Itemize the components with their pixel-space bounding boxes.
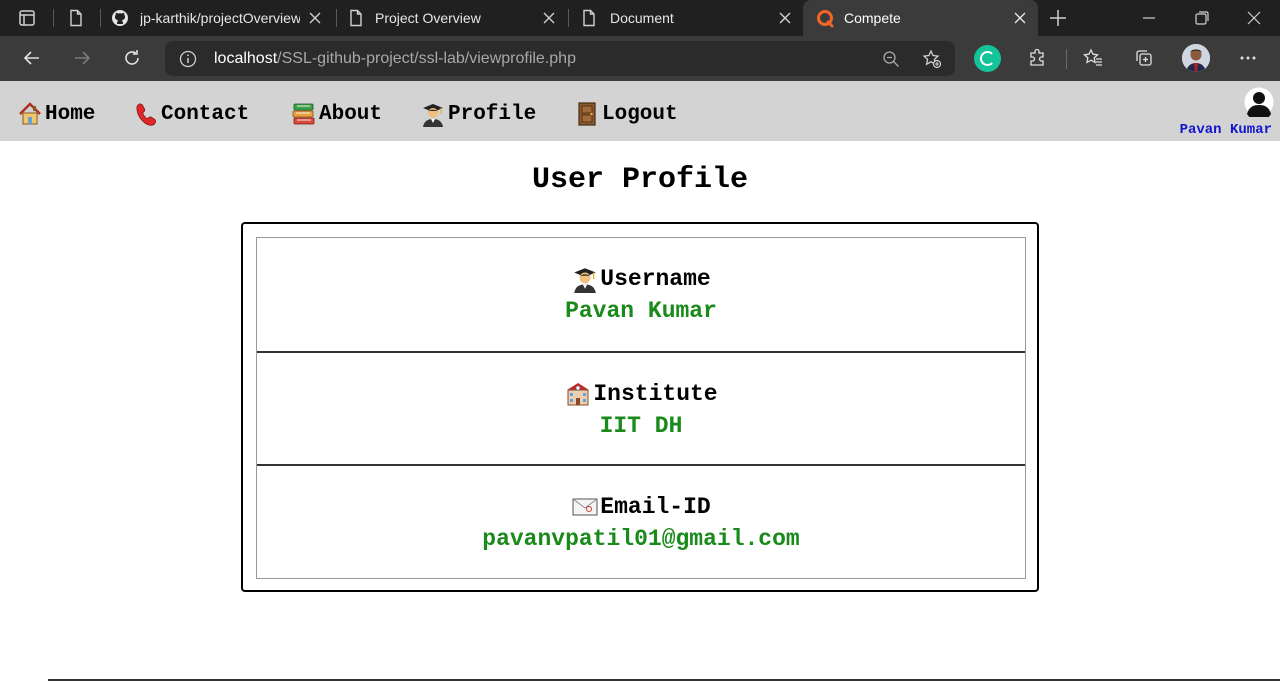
page-icon <box>583 9 595 27</box>
field-label-institute: Institute <box>257 380 1025 408</box>
tab-document[interactable]: Document <box>568 0 802 36</box>
door-icon <box>578 102 596 126</box>
extensions-icon[interactable] <box>1028 48 1048 68</box>
nav-contact[interactable]: Contact <box>133 99 249 129</box>
refresh-icon[interactable] <box>122 48 142 68</box>
tab-title: Project Overview <box>375 10 481 26</box>
nav-label: Contact <box>161 102 250 126</box>
profile-card: Username Pavan Kumar Institute IIT DH Em… <box>241 222 1039 592</box>
books-icon <box>292 103 315 125</box>
profile-row-institute: Institute IIT DH <box>257 351 1025 464</box>
profile-table: Username Pavan Kumar Institute IIT DH Em… <box>256 237 1026 579</box>
back-arrow-icon[interactable] <box>22 48 42 68</box>
grammarly-extension-icon[interactable] <box>974 45 1001 72</box>
close-icon[interactable] <box>308 11 322 25</box>
more-options-icon[interactable] <box>1238 48 1258 68</box>
student-icon <box>423 104 443 127</box>
nav-about[interactable]: About <box>291 99 382 129</box>
nav-label: Profile <box>448 102 537 126</box>
logged-in-user-name[interactable]: Pavan Kumar <box>1180 122 1272 138</box>
user-avatar-icon[interactable] <box>1244 87 1274 117</box>
field-label-text: Email-ID <box>600 494 711 520</box>
compete-icon <box>817 10 834 28</box>
close-icon[interactable] <box>1013 11 1027 25</box>
close-icon[interactable] <box>542 11 556 25</box>
collections-icon[interactable] <box>1134 48 1154 68</box>
new-tab-icon[interactable] <box>1049 9 1067 27</box>
restore-icon[interactable] <box>1193 9 1211 27</box>
school-icon <box>567 383 590 406</box>
window-close-icon[interactable] <box>1245 9 1263 27</box>
nav-label: About <box>319 102 383 126</box>
envelope-icon <box>572 498 598 516</box>
site-navbar: Home Contact About Profile Logout Pavan … <box>0 81 1280 141</box>
address-bar[interactable]: localhost/SSL-github-project/ssl-lab/vie… <box>165 41 955 76</box>
tab-title: Compete <box>844 10 901 26</box>
browser-profile-avatar[interactable] <box>1182 44 1210 72</box>
profile-row-username: Username Pavan Kumar <box>257 238 1025 351</box>
page-title: User Profile <box>531 163 749 197</box>
github-icon <box>112 10 128 26</box>
favorites-icon[interactable] <box>1083 48 1103 68</box>
site-info-icon[interactable] <box>179 50 197 68</box>
profile-row-email: Email-ID pavanvpatil01@gmail.com <box>257 464 1025 577</box>
tab-title: Document <box>610 10 674 26</box>
field-value-institute: IIT DH <box>599 413 683 439</box>
zoom-out-icon[interactable] <box>881 49 901 69</box>
field-value-username: Pavan Kumar <box>565 298 717 324</box>
nav-label: Home <box>45 102 96 126</box>
url-text[interactable]: localhost/SSL-github-project/ssl-lab/vie… <box>214 50 576 68</box>
browser-toolbar: localhost/SSL-github-project/ssl-lab/vie… <box>0 36 1280 81</box>
student-icon <box>574 268 597 293</box>
telephone-icon <box>136 103 157 126</box>
field-label-text: Institute <box>593 381 718 407</box>
person-icon <box>1182 44 1210 72</box>
forward-arrow-icon[interactable] <box>72 48 92 68</box>
tab-compete[interactable]: Compete <box>803 0 1038 36</box>
field-label-text: Username <box>600 266 711 292</box>
close-icon[interactable] <box>778 11 792 25</box>
field-label-username: Username <box>257 265 1025 293</box>
nav-logout[interactable]: Logout <box>574 99 678 129</box>
tab-actions-icon[interactable] <box>18 9 36 27</box>
tab-title: jp-karthik/projectOverview <box>140 10 300 26</box>
url-path: /SSL-github-project/ssl-lab/viewprofile.… <box>277 50 576 67</box>
tab-github[interactable]: jp-karthik/projectOverview <box>100 0 336 36</box>
toolbar-separator <box>1066 49 1067 69</box>
tab-project-overview[interactable]: Project Overview <box>336 0 568 36</box>
page-icon <box>350 9 362 27</box>
minimize-icon[interactable] <box>1140 9 1158 27</box>
field-label-email: Email-ID <box>257 493 1025 521</box>
nav-label: Logout <box>602 102 678 126</box>
house-icon <box>19 102 41 125</box>
page-icon[interactable] <box>67 9 85 27</box>
nav-profile[interactable]: Profile <box>420 99 536 129</box>
url-host: localhost <box>214 50 278 67</box>
browser-tab-strip: jp-karthik/projectOverview Project Overv… <box>0 0 1280 36</box>
nav-home[interactable]: Home <box>17 99 95 129</box>
tab-separator <box>53 9 54 27</box>
field-value-email: pavanvpatil01@gmail.com <box>482 526 800 552</box>
add-favorite-icon[interactable] <box>922 49 942 69</box>
